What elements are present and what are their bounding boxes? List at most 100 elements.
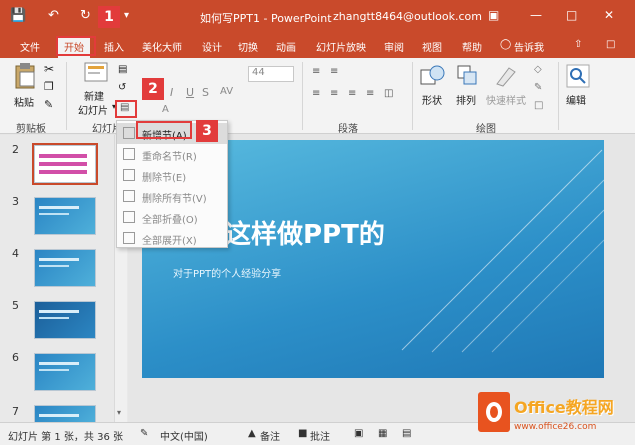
font-color-icon[interactable]: A: [162, 104, 169, 115]
watermark-brand: Office教程网: [514, 398, 614, 417]
shapes-icon[interactable]: [420, 64, 446, 88]
language-indicator[interactable]: 中文(中国): [160, 428, 208, 443]
clipboard-group-label: 剪贴板: [16, 124, 46, 135]
maximize-icon[interactable]: □: [566, 8, 577, 22]
thumbnail-text: [39, 369, 69, 371]
align-left-icon[interactable]: ≡: [312, 88, 320, 99]
thumbnail-text: [39, 414, 79, 417]
layout-icon[interactable]: ▤: [118, 64, 127, 75]
bullets-icon[interactable]: ≡: [312, 66, 320, 77]
drawing-group-label: 绘图: [476, 124, 496, 135]
save-icon[interactable]: 💾: [10, 8, 26, 24]
tab-review[interactable]: 审阅: [384, 39, 404, 54]
editing-label[interactable]: 编辑: [566, 92, 586, 107]
quick-styles-label[interactable]: 快速样式: [486, 92, 526, 107]
thumbnail-bar: [39, 162, 87, 166]
tab-transitions[interactable]: 切换: [238, 39, 258, 54]
menu-item-rename-section[interactable]: 重命名节(R): [117, 144, 227, 165]
slide-title[interactable]: 这样做PPT的: [225, 214, 385, 251]
menu-item-label: 删除节(E): [142, 173, 187, 184]
add-section-icon: [123, 127, 135, 139]
shape-effects-icon[interactable]: □: [534, 100, 543, 111]
menu-item-collapse-all[interactable]: 全部折叠(O): [117, 207, 227, 228]
menu-item-expand-all[interactable]: 全部展开(X): [117, 228, 227, 249]
numbering-icon[interactable]: ≡: [330, 66, 338, 77]
close-icon[interactable]: ✕: [604, 8, 614, 22]
font-size-select[interactable]: 44: [248, 66, 294, 82]
justify-icon[interactable]: ≡: [366, 88, 374, 99]
italic-icon[interactable]: I: [170, 86, 173, 99]
office-logo-ring: [486, 402, 502, 422]
arrange-icon[interactable]: [456, 64, 478, 88]
columns-icon[interactable]: ◫: [384, 88, 393, 99]
ribbon-display-icon[interactable]: ▣: [488, 8, 499, 22]
tab-view[interactable]: 视图: [422, 39, 442, 54]
align-right-icon[interactable]: ≡: [348, 88, 356, 99]
cut-icon[interactable]: ✂: [44, 62, 54, 76]
slide-thumbnail[interactable]: [32, 143, 98, 185]
format-painter-icon[interactable]: ✎: [44, 98, 53, 111]
tab-beautify-master[interactable]: 美化大师: [142, 39, 182, 54]
title-bar: 💾 ↶ ↻ ▾ 如何写PPT1 - PowerPoint zhangtt8464…: [0, 0, 635, 34]
menu-item-remove-all-sections[interactable]: 删除所有节(V): [117, 186, 227, 207]
menu-item-remove-section[interactable]: 删除节(E): [117, 165, 227, 186]
paste-label[interactable]: 粘贴: [14, 94, 34, 109]
notes-icon[interactable]: ▲: [248, 428, 256, 439]
comments-button[interactable]: 批注: [310, 428, 330, 443]
reading-view-icon[interactable]: ▤: [402, 428, 411, 439]
thumbnail-number: 3: [12, 195, 19, 208]
tab-slideshow[interactable]: 幻灯片放映: [316, 39, 366, 54]
slide-subtitle[interactable]: 对于PPT的个人经验分享: [173, 265, 281, 280]
thumbnail-bar: [39, 170, 87, 174]
undo-icon[interactable]: ↶: [48, 8, 59, 24]
new-slide-label-2[interactable]: 幻灯片: [78, 102, 108, 117]
office-logo-icon: [478, 392, 510, 432]
align-center-icon[interactable]: ≡: [330, 88, 338, 99]
strikethrough-icon[interactable]: S: [202, 86, 209, 99]
paste-icon[interactable]: [14, 62, 36, 90]
account-email[interactable]: zhangtt8464@outlook.com: [333, 10, 482, 23]
comments-icon[interactable]: □: [606, 39, 615, 50]
quick-styles-icon[interactable]: [494, 64, 518, 88]
new-slide-icon[interactable]: [84, 62, 108, 84]
reset-icon[interactable]: ↺: [118, 82, 126, 93]
shapes-label[interactable]: 形状: [422, 92, 442, 107]
minimize-icon[interactable]: —: [530, 8, 542, 22]
tab-insert[interactable]: 插入: [104, 39, 124, 54]
normal-view-icon[interactable]: ▣: [354, 428, 363, 439]
slide-thumbnail[interactable]: [34, 405, 96, 422]
slide-thumbnail[interactable]: [34, 353, 96, 391]
comments-status-icon[interactable]: ■: [298, 428, 307, 439]
tab-file[interactable]: 文件: [20, 39, 40, 54]
arrange-label[interactable]: 排列: [456, 92, 476, 107]
underline-icon[interactable]: U: [186, 86, 194, 99]
copy-icon[interactable]: ❐: [44, 80, 54, 93]
new-slide-label[interactable]: 新建: [84, 88, 104, 103]
shape-outline-icon[interactable]: ✎: [534, 82, 542, 93]
slide-count: 幻灯片 第 1 张，共 36 张: [8, 432, 123, 443]
character-spacing-icon[interactable]: AV: [220, 86, 233, 97]
slide-sorter-icon[interactable]: ▦: [378, 428, 387, 439]
thumbnail-text: [39, 206, 79, 209]
tell-me-search[interactable]: 告诉我: [514, 39, 544, 54]
redo-icon[interactable]: ↻: [80, 8, 91, 24]
spelling-icon[interactable]: ✎: [140, 428, 148, 439]
slide-thumbnail[interactable]: [34, 197, 96, 235]
remove-all-sections-icon: [123, 190, 135, 202]
shape-fill-icon[interactable]: ◇: [534, 64, 542, 75]
scroll-down-icon[interactable]: ▾: [117, 408, 121, 417]
thumbnail-text: [39, 213, 69, 215]
slide-thumbnail[interactable]: [34, 249, 96, 287]
tab-design[interactable]: 设计: [202, 39, 222, 54]
tab-animations[interactable]: 动画: [276, 39, 296, 54]
slide-thumbnail[interactable]: [34, 301, 96, 339]
tab-help[interactable]: 帮助: [462, 39, 482, 54]
thumbnail-text: [39, 265, 69, 267]
share-icon[interactable]: ⇧: [574, 39, 582, 50]
find-icon[interactable]: [566, 64, 590, 88]
thumbnail-number: 4: [12, 247, 19, 260]
notes-button[interactable]: 备注: [260, 428, 280, 443]
highlight-home-tab: [56, 36, 96, 56]
remove-section-icon: [123, 169, 135, 181]
customize-toolbar-icon[interactable]: ▾: [124, 8, 129, 24]
